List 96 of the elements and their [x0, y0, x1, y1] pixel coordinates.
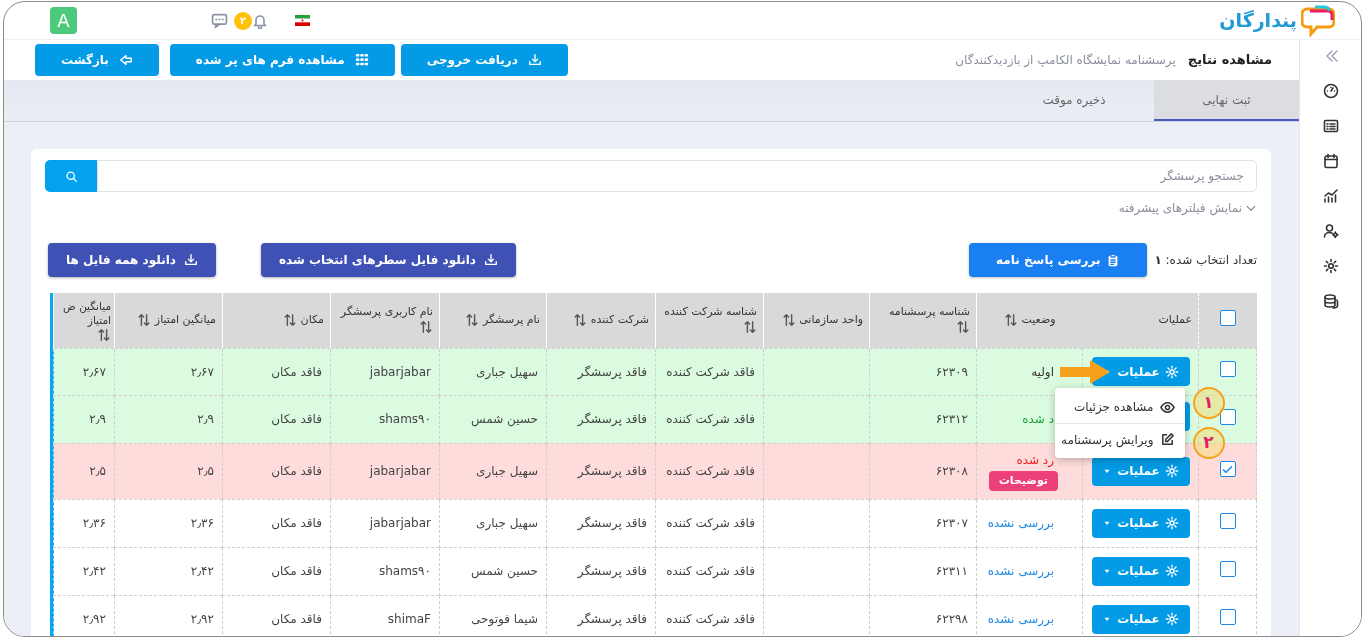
table-cell: ۲٫۴۲ — [53, 547, 115, 595]
header-button[interactable]: بازگشت — [35, 44, 159, 76]
table-cell: ۶۲۳۰۷ — [869, 499, 977, 547]
database-icon[interactable] — [1322, 293, 1339, 309]
table-cell: فاقد مکان — [222, 547, 331, 595]
table-cell: فاقد مکان — [222, 443, 331, 499]
table-cell: jabarjabar — [330, 499, 440, 547]
checkbox[interactable] — [1219, 560, 1236, 577]
sort-icon[interactable] — [956, 320, 970, 335]
column-header: میانگین ض امتیاز — [62, 298, 111, 327]
checkbox[interactable] — [1219, 512, 1236, 529]
chart-icon[interactable] — [1322, 188, 1339, 204]
notification-badge: ۲ — [234, 11, 252, 30]
avatar[interactable]: A — [50, 7, 77, 34]
sort-icon[interactable] — [283, 312, 298, 327]
actions-dropdown-button[interactable]: عملیات — [1091, 508, 1190, 538]
table-cell: فاقد پرسشگر — [546, 499, 656, 547]
page-title: مشاهده نتایج — [1187, 51, 1272, 70]
table-cell: فاقد پرسشگر — [546, 443, 656, 499]
checkbox[interactable] — [1219, 408, 1236, 425]
column-header: شرکت کننده — [590, 312, 649, 328]
column-header: مکان — [300, 312, 324, 328]
checkbox[interactable] — [1219, 461, 1236, 478]
header-button[interactable]: مشاهده فرم های پر شده — [169, 44, 395, 76]
column-header: میانگین امتیاز — [154, 312, 216, 328]
arrow-left-icon — [118, 53, 133, 67]
sort-icon[interactable] — [97, 327, 111, 342]
edit-icon — [1159, 432, 1175, 447]
actions-dropdown-button[interactable]: عملیات — [1091, 604, 1190, 634]
column-header: نام پرسشگر — [482, 312, 540, 328]
actions-dropdown-button[interactable]: عملیات — [1091, 456, 1190, 486]
table-cell: فاقد شرکت کننده — [655, 499, 764, 547]
table-cell: ۶۲۳۱۱ — [869, 547, 977, 595]
filters-link[interactable]: نمایش فیلترهای پیشرفته — [1118, 199, 1242, 217]
status-text: د شده — [1022, 411, 1054, 428]
table-cell: ۲٫۵ — [114, 443, 223, 499]
table-cell: فاقد پرسشگر — [546, 547, 656, 595]
actions-dropdown-button[interactable]: عملیات — [1091, 556, 1190, 586]
grid-icon — [354, 53, 369, 67]
sort-icon[interactable] — [137, 312, 152, 327]
sort-icon[interactable] — [465, 312, 480, 327]
menu-item[interactable]: مشاهده جزئیات — [1054, 391, 1185, 423]
column-header: نام کاربری پرسشگر — [340, 305, 433, 321]
table-cell: ۶۲۳۰۸ — [869, 443, 977, 499]
download-icon — [183, 253, 198, 267]
search-field[interactable]: جستجو پرسشگر — [97, 160, 1257, 192]
table-cell: jabarjabar — [330, 443, 440, 499]
dashboard-icon[interactable] — [1322, 83, 1339, 99]
table-cell: ۲٫۴۲ — [114, 547, 223, 595]
chat-icon[interactable] — [211, 12, 228, 29]
table-cell: فاقد مکان — [222, 499, 331, 547]
status-text: اولیه — [1031, 363, 1054, 381]
list-icon[interactable] — [1322, 118, 1339, 134]
column-header: واحد سازمانی — [799, 312, 863, 328]
notes-badge[interactable]: توضیحات — [988, 470, 1058, 492]
download-button[interactable]: دانلود فایل سطرهای انتخاب شده — [260, 243, 516, 277]
sort-icon[interactable] — [419, 320, 433, 335]
review-button[interactable]: بررسی پاسخ نامه — [969, 243, 1148, 277]
logo-icon — [1301, 4, 1335, 37]
header-button[interactable]: دریافت خروجی — [400, 44, 568, 76]
checkbox[interactable] — [1219, 361, 1236, 377]
checkbox[interactable] — [1219, 608, 1236, 625]
column-header: شناسه پرسشنامه — [888, 305, 970, 321]
page-subtitle: پرسشنامه نمایشگاه الکامپ از بازدیدکنندگان — [955, 52, 1176, 69]
download-button[interactable]: دانلود همه فایل ها — [48, 243, 216, 277]
table-cell: shams۹۰ — [330, 547, 440, 595]
table-cell: ۲٫۵ — [53, 443, 115, 499]
sort-icon[interactable] — [781, 312, 796, 327]
sort-icon[interactable] — [573, 312, 588, 327]
table-cell: فاقد شرکت کننده — [655, 443, 764, 499]
column-header: شناسه شرکت کننده — [664, 305, 757, 321]
tab[interactable]: ذخیره موقت — [994, 80, 1154, 121]
status-text: رد شده — [1016, 451, 1054, 469]
table-cell: سهیل جباری — [439, 499, 547, 547]
download-icon — [483, 253, 498, 267]
column-header: وضعیت — [1021, 312, 1056, 328]
table-cell: حسین شمس — [439, 547, 547, 595]
search-icon — [64, 169, 78, 183]
table-cell: سهیل جباری — [439, 443, 547, 499]
sort-icon[interactable] — [743, 320, 757, 335]
table-cell: ۲٫۳۶ — [114, 499, 223, 547]
download-icon — [527, 53, 542, 67]
bell-icon[interactable] — [252, 12, 268, 29]
actions-dropdown-button[interactable]: عملیات — [1091, 357, 1190, 386]
tab[interactable]: ثبت نهایی — [1154, 80, 1299, 121]
table-cell: فاقد شرکت کننده — [655, 547, 764, 595]
checkbox[interactable] — [1219, 309, 1236, 326]
logo-text: پندارگان — [1219, 8, 1297, 34]
flag-icon — [295, 15, 310, 26]
selection-count: تعداد انتخاب شده: ۱ — [1154, 252, 1257, 269]
eye-icon — [1159, 399, 1175, 415]
column-header: عملیات — [1158, 312, 1192, 328]
calendar-icon[interactable] — [1322, 153, 1339, 169]
sort-icon[interactable] — [1003, 312, 1018, 327]
user-settings-icon[interactable] — [1322, 223, 1339, 239]
table-cell: ۲٫۳۶ — [53, 499, 115, 547]
